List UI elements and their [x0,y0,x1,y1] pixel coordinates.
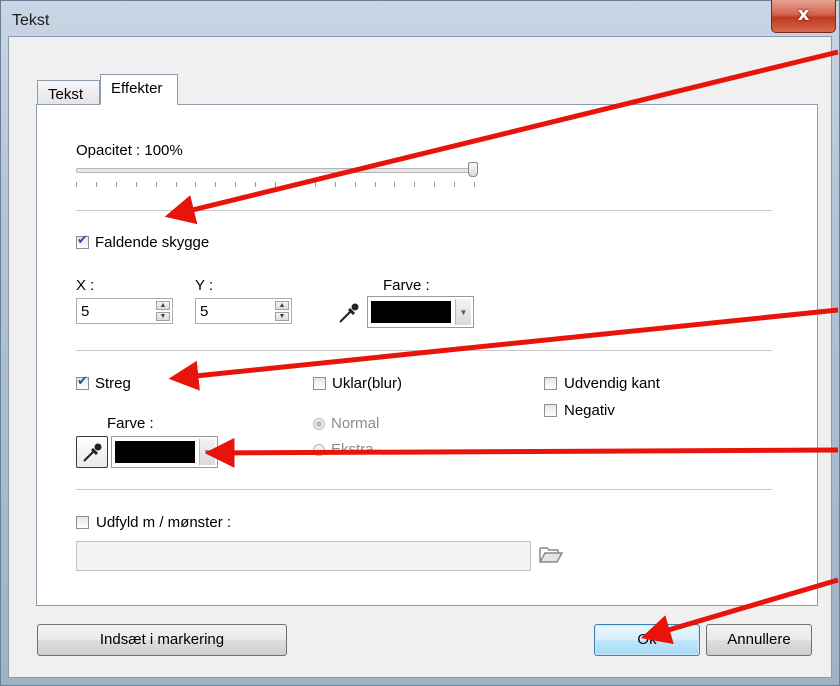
eyedropper-icon[interactable] [336,298,362,326]
spin-up-button[interactable]: ▲ [156,301,170,310]
slider-tick [374,182,376,187]
blur-normal-label: Normal [331,415,380,432]
cancel-button[interactable]: Annullere [706,624,812,656]
tab-tekst[interactable]: Tekst [37,80,100,106]
slider-tick [454,182,456,187]
stroke-label: Streg [95,375,131,392]
insert-in-selection-button[interactable]: Indsæt i markering [37,624,287,656]
tab-label: Effekter [111,80,163,97]
spin-up-button[interactable]: ▲ [275,301,289,310]
outer-edge-label: Udvendig kant [564,375,660,392]
opacity-slider-thumb[interactable] [468,162,478,177]
opacity-slider-track[interactable] [76,168,475,173]
close-button[interactable]: x [771,0,836,33]
x-offset-spinner[interactable]: 5 ▲ ▼ [76,298,173,324]
slider-tick [294,182,296,187]
blur-label: Uklar(blur) [332,375,403,392]
blur-extra-label: Ekstra [331,441,374,458]
slider-tick [135,182,137,187]
slider-tick [155,182,157,187]
tab-effekter[interactable]: Effekter [100,74,178,105]
shadow-color-label: Farve : [383,277,430,294]
slider-tick [235,182,237,187]
divider [76,489,772,490]
spin-down-button[interactable]: ▼ [275,312,289,321]
window-title: Tekst [12,12,50,29]
blur-extra-radio[interactable] [313,444,325,456]
blur-normal-radio[interactable] [313,418,325,430]
chevron-down-icon[interactable]: ▼ [199,439,215,465]
x-value: 5 [81,303,90,320]
slider-tick [354,182,356,187]
slider-tick [275,182,276,187]
eyedropper-icon [83,443,102,462]
slider-tick [95,182,97,187]
slider-tick [434,182,436,187]
opacity-label: Opacitet : 100% [76,142,183,159]
folder-open-icon[interactable] [538,543,564,565]
negative-checkbox[interactable] [544,404,557,417]
shadow-color-picker[interactable]: ▼ [367,296,474,328]
slider-tick [334,182,336,187]
divider [76,350,772,351]
ok-button[interactable]: Ok [594,624,700,656]
spin-down-button[interactable]: ▼ [156,312,170,321]
y-offset-spinner[interactable]: 5 ▲ ▼ [195,298,292,324]
y-value: 5 [200,303,209,320]
pattern-fill-checkbox[interactable] [76,516,89,529]
pattern-path-field[interactable] [76,541,531,571]
title-bar[interactable]: Tekst x [0,0,840,36]
slider-tick [394,182,396,187]
divider [76,210,772,211]
slider-tick [255,182,257,187]
close-icon: x [797,4,810,25]
stroke-color-picker[interactable]: ▼ [111,436,218,468]
slider-tick [414,182,416,187]
outer-edge-checkbox[interactable] [544,377,557,390]
x-label: X : [76,277,95,294]
slider-tick [195,182,197,187]
stroke-checkbox[interactable] [76,374,89,390]
tab-label: Tekst [48,86,84,103]
shadow-color-swatch [371,301,451,323]
stroke-color-swatch [115,441,195,463]
slider-tick [215,182,217,187]
y-label: Y : [195,277,214,294]
slider-tick [76,182,77,187]
blur-checkbox[interactable] [313,377,326,390]
stroke-color-label: Farve : [107,415,154,432]
pattern-fill-label: Udfyld m / mønster : [96,514,232,531]
drop-shadow-checkbox[interactable] [76,233,89,249]
slider-tick [474,182,475,187]
slider-tick [314,182,316,187]
negative-label: Negativ [564,402,615,419]
stroke-eyedropper-button[interactable] [76,436,108,468]
chevron-down-icon[interactable]: ▼ [455,299,471,325]
drop-shadow-label: Faldende skygge [95,234,210,251]
slider-tick [175,182,177,187]
slider-tick [115,182,117,187]
